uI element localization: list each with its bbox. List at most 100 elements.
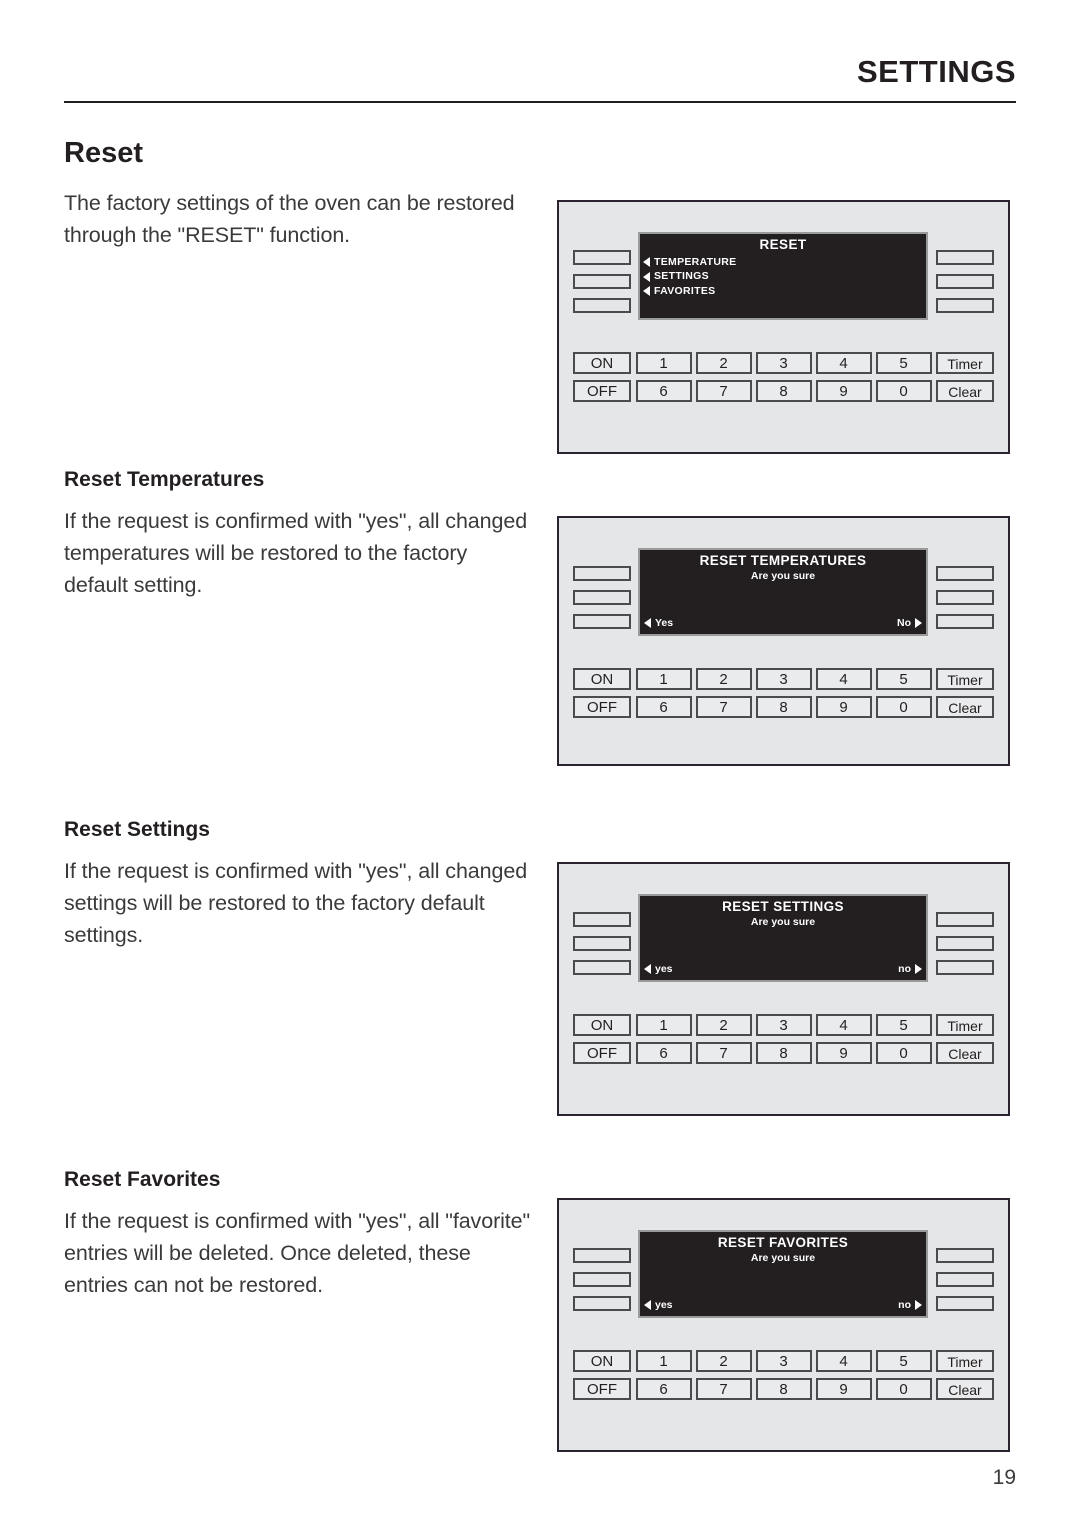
on-button[interactable]: ON xyxy=(573,1350,631,1372)
right-softkey-2[interactable] xyxy=(936,936,994,951)
lcd-menu-item-settings[interactable]: SETTINGS xyxy=(643,271,926,282)
num-key-5[interactable]: 5 xyxy=(875,668,932,690)
num-key-2[interactable]: 2 xyxy=(695,352,752,374)
left-softkey-3[interactable] xyxy=(573,1296,631,1311)
on-button[interactable]: ON xyxy=(573,668,631,690)
timer-button[interactable]: Timer xyxy=(936,352,994,374)
utility-key-column: Timer Clear xyxy=(936,1014,994,1070)
numeric-row-1: 1 2 3 4 5 xyxy=(635,352,932,374)
lcd-menu-item-temperature[interactable]: TEMPERATURE xyxy=(643,257,926,268)
num-key-3[interactable]: 3 xyxy=(755,668,812,690)
section-heading-reset-favorites: Reset Favorites xyxy=(64,1168,221,1191)
numeric-row-2: 6 7 8 9 0 xyxy=(635,1042,932,1064)
num-key-8[interactable]: 8 xyxy=(755,696,812,718)
num-key-8[interactable]: 8 xyxy=(755,380,812,402)
off-button[interactable]: OFF xyxy=(573,380,631,402)
left-softkey-3[interactable] xyxy=(573,960,631,975)
num-key-8[interactable]: 8 xyxy=(755,1378,812,1400)
right-softkey-3[interactable] xyxy=(936,960,994,975)
num-key-6[interactable]: 6 xyxy=(635,1042,692,1064)
off-button[interactable]: OFF xyxy=(573,1378,631,1400)
num-key-1[interactable]: 1 xyxy=(635,1350,692,1372)
left-softkey-2[interactable] xyxy=(573,590,631,605)
right-softkey-1[interactable] xyxy=(936,566,994,581)
num-key-0[interactable]: 0 xyxy=(875,1378,932,1400)
num-key-3[interactable]: 3 xyxy=(755,1014,812,1036)
num-key-9[interactable]: 9 xyxy=(815,1042,872,1064)
num-key-8[interactable]: 8 xyxy=(755,1042,812,1064)
left-softkey-1[interactable] xyxy=(573,566,631,581)
on-button[interactable]: ON xyxy=(573,352,631,374)
num-key-0[interactable]: 0 xyxy=(875,696,932,718)
num-key-5[interactable]: 5 xyxy=(875,352,932,374)
num-key-7[interactable]: 7 xyxy=(695,1378,752,1400)
right-softkey-3[interactable] xyxy=(936,614,994,629)
num-key-3[interactable]: 3 xyxy=(755,1350,812,1372)
num-key-6[interactable]: 6 xyxy=(635,380,692,402)
right-softkey-3[interactable] xyxy=(936,298,994,313)
num-key-7[interactable]: 7 xyxy=(695,696,752,718)
num-key-1[interactable]: 1 xyxy=(635,352,692,374)
lcd-choice-yes[interactable]: Yes xyxy=(644,617,673,629)
num-key-4[interactable]: 4 xyxy=(815,668,872,690)
right-softkey-2[interactable] xyxy=(936,1272,994,1287)
num-key-4[interactable]: 4 xyxy=(815,1014,872,1036)
lcd-menu-item-label: FAVORITES xyxy=(654,284,716,297)
lcd-choice-yes[interactable]: yes xyxy=(644,1299,673,1311)
num-key-0[interactable]: 0 xyxy=(875,380,932,402)
right-softkey-2[interactable] xyxy=(936,274,994,289)
left-softkey-1[interactable] xyxy=(573,1248,631,1263)
num-key-9[interactable]: 9 xyxy=(815,696,872,718)
off-button[interactable]: OFF xyxy=(573,696,631,718)
clear-button[interactable]: Clear xyxy=(936,1042,994,1064)
right-softkey-3[interactable] xyxy=(936,1296,994,1311)
left-softkey-3[interactable] xyxy=(573,298,631,313)
left-softkey-3[interactable] xyxy=(573,614,631,629)
num-key-9[interactable]: 9 xyxy=(815,380,872,402)
num-key-3[interactable]: 3 xyxy=(755,352,812,374)
right-softkey-1[interactable] xyxy=(936,250,994,265)
num-key-1[interactable]: 1 xyxy=(635,668,692,690)
num-key-6[interactable]: 6 xyxy=(635,696,692,718)
lcd-menu-item-favorites[interactable]: FAVORITES xyxy=(643,286,926,297)
clear-button[interactable]: Clear xyxy=(936,696,994,718)
left-softkey-1[interactable] xyxy=(573,250,631,265)
lcd-choice-yes[interactable]: yes xyxy=(644,963,673,975)
num-key-6[interactable]: 6 xyxy=(635,1378,692,1400)
timer-button[interactable]: Timer xyxy=(936,668,994,690)
lcd-choice-no-label: no xyxy=(898,1299,911,1311)
num-key-4[interactable]: 4 xyxy=(815,352,872,374)
lcd-choice-no[interactable]: No xyxy=(897,617,922,629)
right-softkey-1[interactable] xyxy=(936,912,994,927)
num-key-9[interactable]: 9 xyxy=(815,1378,872,1400)
num-key-5[interactable]: 5 xyxy=(875,1014,932,1036)
left-softkey-2[interactable] xyxy=(573,274,631,289)
clear-button[interactable]: Clear xyxy=(936,380,994,402)
num-key-2[interactable]: 2 xyxy=(695,668,752,690)
arrow-right-icon xyxy=(915,1300,922,1310)
control-panel-reset-temperatures: RESET TEMPERATURES Are you sure Yes No O… xyxy=(557,516,1010,766)
timer-button[interactable]: Timer xyxy=(936,1014,994,1036)
timer-button[interactable]: Timer xyxy=(936,1350,994,1372)
num-key-7[interactable]: 7 xyxy=(695,1042,752,1064)
num-key-5[interactable]: 5 xyxy=(875,1350,932,1372)
left-softkey-1[interactable] xyxy=(573,912,631,927)
off-button[interactable]: OFF xyxy=(573,1042,631,1064)
on-button[interactable]: ON xyxy=(573,1014,631,1036)
num-key-4[interactable]: 4 xyxy=(815,1350,872,1372)
section-reset-settings: Reset Settings If the request is confirm… xyxy=(64,818,534,952)
num-key-1[interactable]: 1 xyxy=(635,1014,692,1036)
left-softkey-2[interactable] xyxy=(573,936,631,951)
num-key-2[interactable]: 2 xyxy=(695,1350,752,1372)
left-softkey-column xyxy=(573,250,631,322)
num-key-7[interactable]: 7 xyxy=(695,380,752,402)
num-key-0[interactable]: 0 xyxy=(875,1042,932,1064)
right-softkey-1[interactable] xyxy=(936,1248,994,1263)
right-softkey-2[interactable] xyxy=(936,590,994,605)
lcd-choice-no[interactable]: no xyxy=(898,963,922,975)
lcd-choice-no[interactable]: no xyxy=(898,1299,922,1311)
lcd-title: RESET SETTINGS xyxy=(722,899,844,914)
clear-button[interactable]: Clear xyxy=(936,1378,994,1400)
left-softkey-2[interactable] xyxy=(573,1272,631,1287)
num-key-2[interactable]: 2 xyxy=(695,1014,752,1036)
